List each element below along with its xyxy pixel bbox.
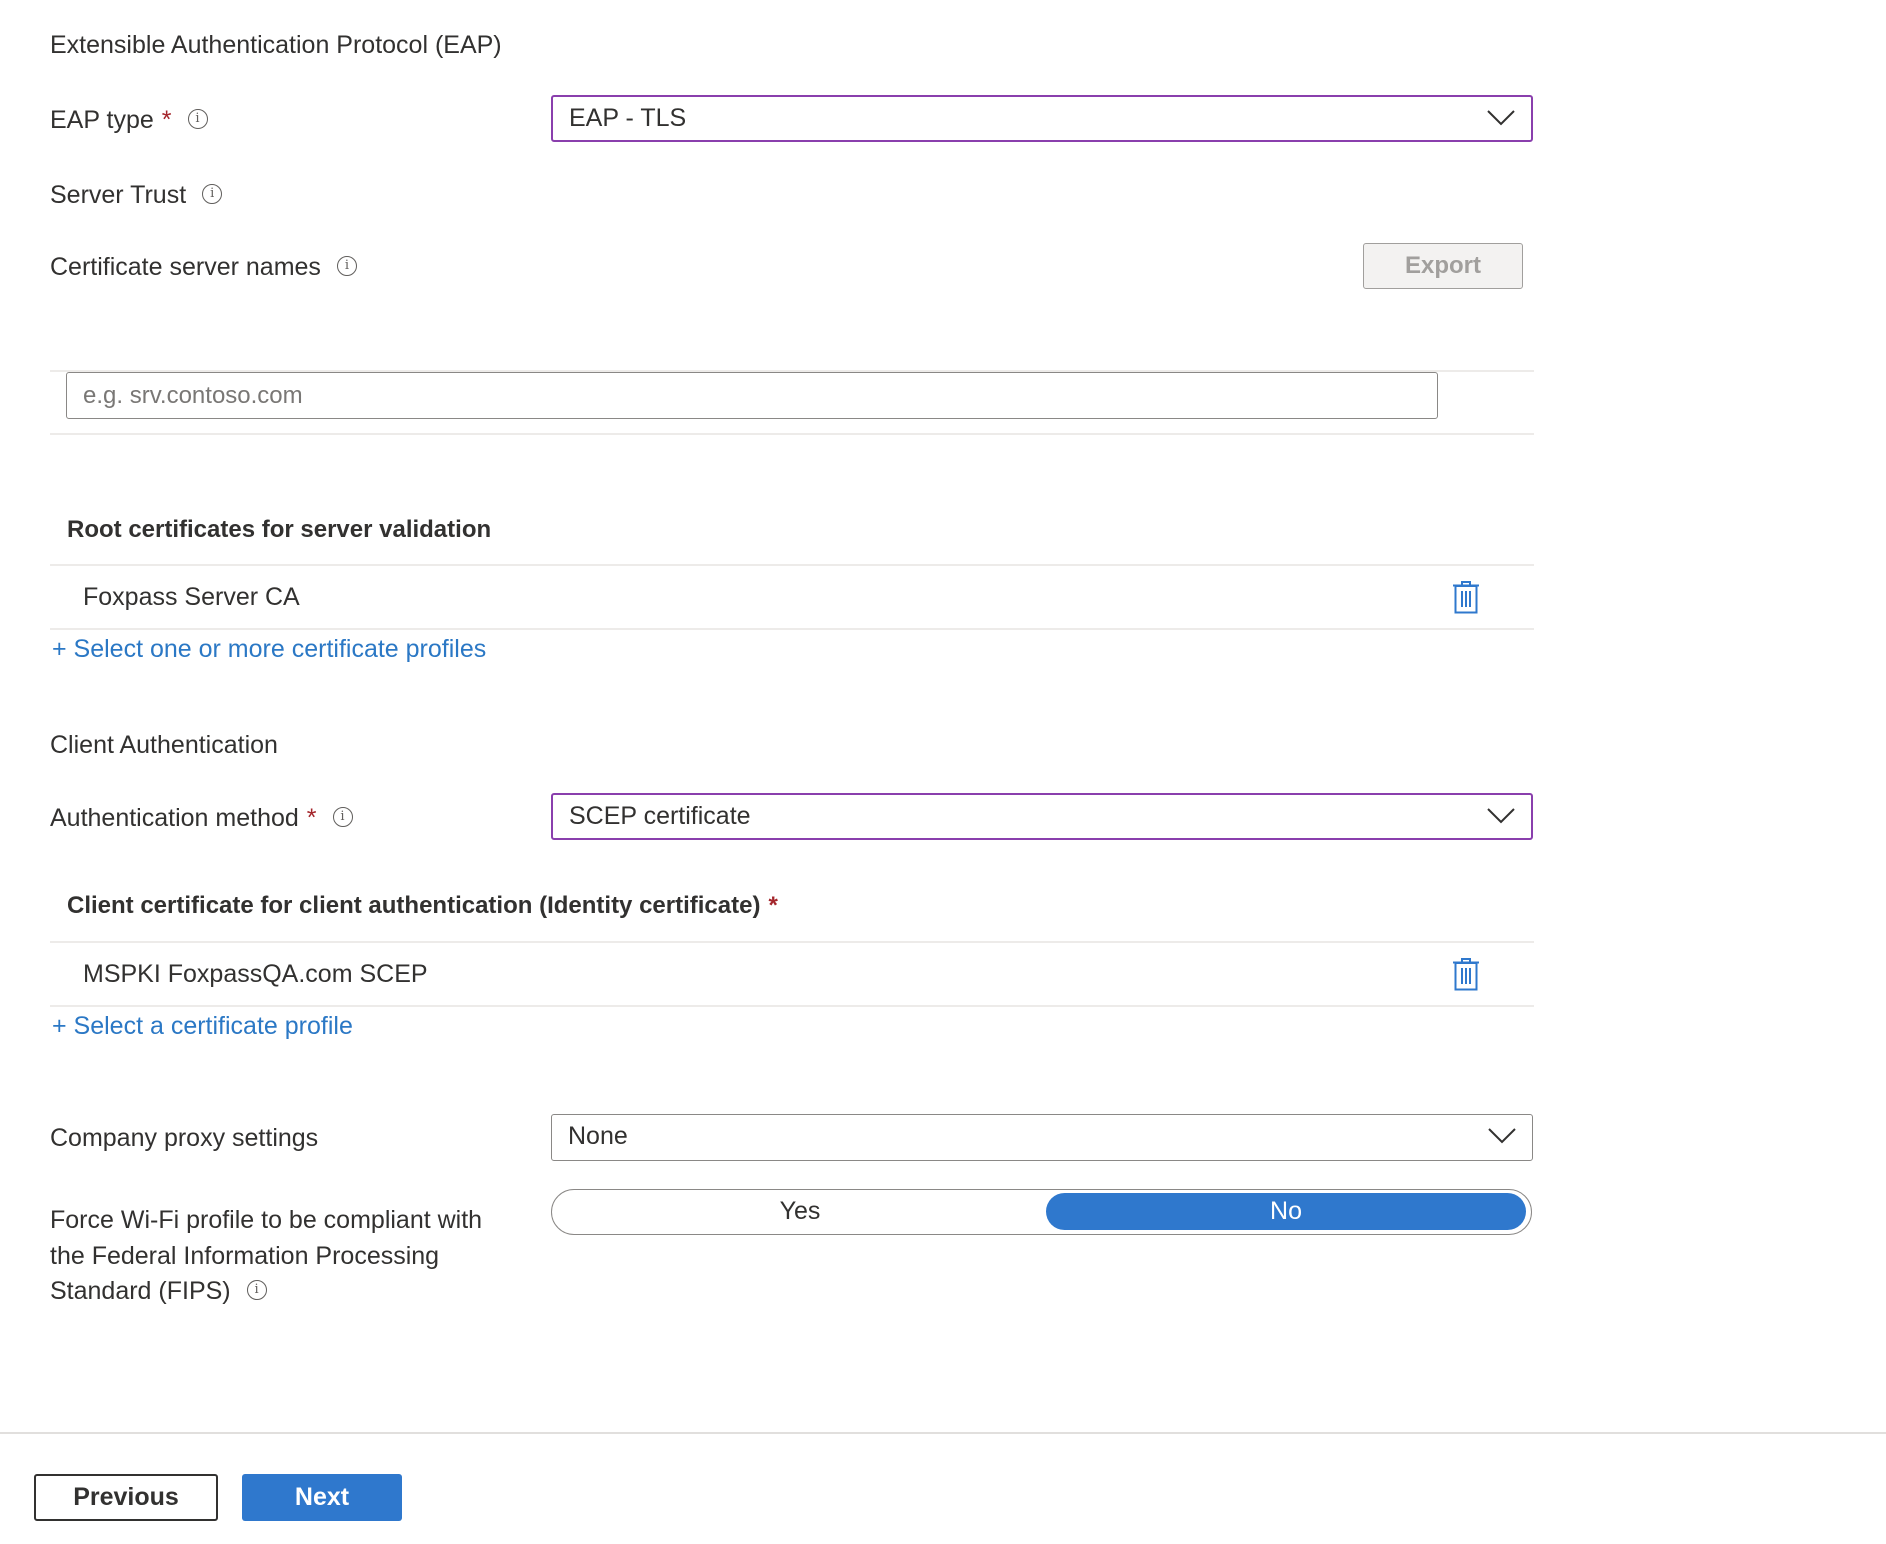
divider [50,628,1534,630]
proxy-dropdown[interactable]: None [551,1114,1533,1161]
divider [50,433,1534,435]
fips-option-no[interactable]: No [1046,1193,1526,1230]
eap-section-title: Extensible Authentication Protocol (EAP) [50,31,502,59]
server-trust-label-text: Server Trust [50,181,187,209]
required-asterisk: * [306,804,317,832]
fips-label-line: Standard (FIPS) [50,1277,231,1305]
divider [50,564,1534,566]
divider [50,941,1534,943]
fips-label-line: Force Wi-Fi profile to be compliant with [50,1206,483,1234]
trash-icon[interactable] [1452,958,1480,991]
client-certificate-heading: Client certificate for client authentica… [67,891,778,921]
client-certificate-item: MSPKI FoxpassQA.com SCEP [83,960,428,988]
info-icon[interactable]: i [332,807,353,828]
eap-type-label-text: EAP type [50,106,154,134]
root-certificates-heading: Root certificates for server validation [67,516,492,543]
select-certificate-profile-link[interactable]: + Select a certificate profile [52,1011,353,1041]
info-icon[interactable]: i [336,256,357,277]
auth-method-value: SCEP certificate [569,802,751,830]
proxy-label: Company proxy settings [50,1124,319,1152]
fips-toggle[interactable]: Yes No [551,1189,1532,1235]
auth-method-label-text: Authentication method [50,804,299,832]
required-asterisk: * [161,106,172,134]
trash-icon[interactable] [1452,581,1480,614]
required-asterisk: * [768,892,778,919]
fips-option-yes[interactable]: Yes [556,1193,1044,1230]
chevron-down-icon [1487,110,1515,126]
previous-button[interactable]: Previous [34,1474,218,1521]
auth-method-label: Authentication method * i [50,803,353,833]
proxy-value: None [568,1122,628,1150]
next-button[interactable]: Next [242,1474,402,1521]
divider [50,1005,1534,1007]
info-icon[interactable]: i [187,109,208,130]
eap-type-value: EAP - TLS [569,104,687,132]
server-trust-label: Server Trust i [50,180,223,210]
fips-label-line: the Federal Information Processing [50,1241,440,1270]
certificate-server-names-label: Certificate server names i [50,252,357,282]
eap-type-label: EAP type * i [50,105,208,135]
certificate-server-name-input[interactable] [66,372,1438,419]
certificate-server-names-label-text: Certificate server names [50,253,321,281]
fips-label: Force Wi-Fi profile to be compliant with… [50,1203,482,1310]
info-icon[interactable]: i [202,184,223,205]
chevron-down-icon [1488,1128,1516,1144]
chevron-down-icon [1487,808,1515,824]
root-certificate-item: Foxpass Server CA [83,583,300,611]
export-button[interactable]: Export [1363,243,1523,289]
auth-method-dropdown[interactable]: SCEP certificate [551,793,1533,840]
eap-type-dropdown[interactable]: EAP - TLS [551,95,1533,142]
client-certificate-heading-text: Client certificate for client authentica… [67,892,761,919]
client-auth-section-title: Client Authentication [50,731,278,759]
select-certificate-profiles-link[interactable]: + Select one or more certificate profile… [52,634,486,664]
info-icon[interactable]: i [246,1280,267,1301]
